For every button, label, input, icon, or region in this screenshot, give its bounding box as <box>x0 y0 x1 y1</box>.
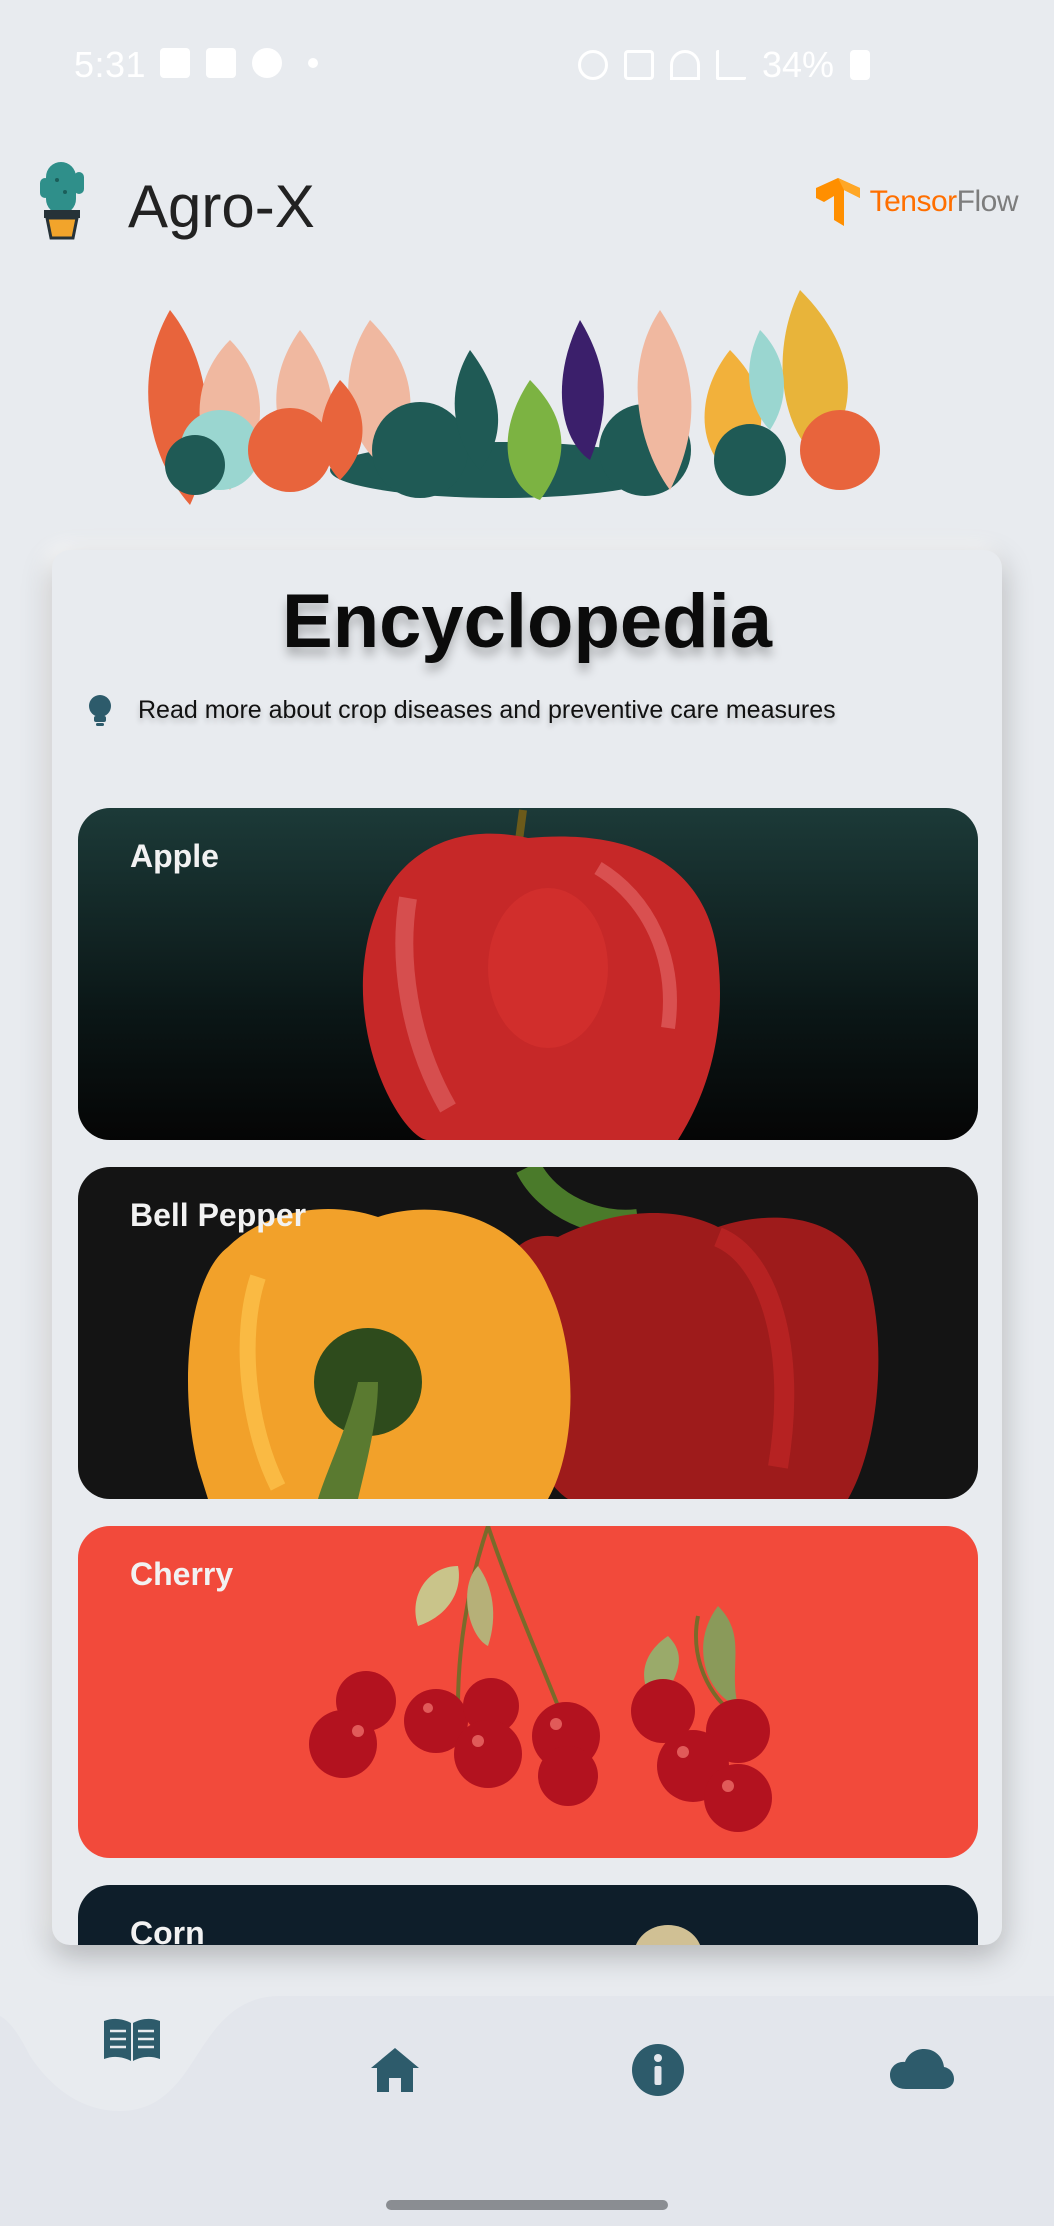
system-icons: 34% <box>577 44 870 86</box>
gesture-home-bar[interactable] <box>386 2200 668 2210</box>
crop-card-cherry[interactable]: Cherry <box>78 1526 978 1858</box>
nav-info-button[interactable] <box>618 2030 698 2110</box>
lightbulb-icon <box>89 695 111 726</box>
crop-label-bell-pepper: Bell Pepper <box>130 1197 307 1233</box>
crop-card-bell-pepper[interactable]: Bell Pepper <box>78 1167 978 1499</box>
battery-percent: 34% <box>761 44 834 85</box>
home-icon <box>371 2048 419 2092</box>
encyclopedia-hint: Read more about crop diseases and preven… <box>82 692 836 728</box>
encyclopedia-card: Encyclopedia Read more about crop diseas… <box>52 550 1002 1945</box>
leaves-illustration <box>148 290 880 505</box>
app-title: Agro-X <box>128 173 315 240</box>
gallery-icon <box>160 48 190 78</box>
tensorflow-icon <box>815 178 860 226</box>
encyclopedia-title: Encyclopedia <box>282 579 772 664</box>
more-notifications-icon <box>308 58 318 68</box>
crop-card-corn[interactable]: Corn <box>78 1885 978 1945</box>
alarm-icon <box>577 50 608 80</box>
crop-card-apple[interactable]: Apple <box>78 808 978 1140</box>
corn-image <box>635 1925 701 1945</box>
info-icon <box>632 2044 684 2096</box>
cloud-icon <box>890 2049 954 2089</box>
app-notification-icon <box>206 48 236 78</box>
status-bar: 5:31 34% <box>0 0 1054 130</box>
nav-encyclopedia-button[interactable] <box>92 2000 172 2080</box>
crop-label-corn: Corn <box>130 1915 205 1945</box>
cactus-logo-icon <box>40 162 84 240</box>
signal-icon <box>715 50 746 80</box>
crop-label-apple: Apple <box>130 838 219 874</box>
app-bar: Agro-X TensorFlow <box>0 150 1054 260</box>
mute-icon <box>623 50 654 80</box>
notification-icons <box>160 48 318 78</box>
tensorflow-text-part1: Tensor <box>869 185 958 218</box>
nav-home-button[interactable] <box>355 2030 435 2110</box>
book-icon <box>104 2018 160 2061</box>
wifi-icon <box>669 50 700 80</box>
whatsapp-icon <box>252 48 282 78</box>
tensorflow-text-part2: Flow <box>956 185 1019 218</box>
status-time: 5:31 <box>74 44 147 85</box>
battery-icon <box>850 50 870 80</box>
nav-cloud-button[interactable] <box>882 2030 962 2110</box>
crop-label-cherry: Cherry <box>130 1556 234 1592</box>
tensorflow-text: TensorFlow <box>869 185 1019 219</box>
tensorflow-logo: TensorFlow <box>812 176 1019 228</box>
hint-text: Read more about crop diseases and preven… <box>138 695 836 724</box>
